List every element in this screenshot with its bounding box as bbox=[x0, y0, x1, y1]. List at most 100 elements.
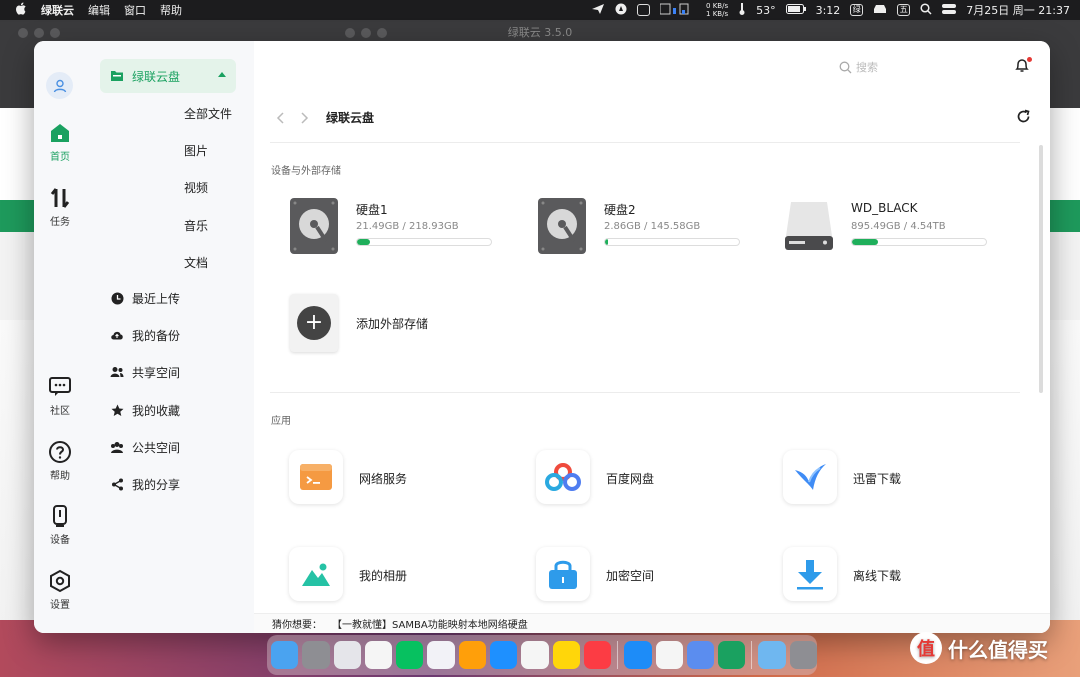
reminders-icon[interactable] bbox=[427, 641, 455, 669]
notification-bell-icon[interactable] bbox=[1014, 57, 1032, 75]
forward-arrow-icon[interactable] bbox=[297, 110, 311, 124]
clock-datetime[interactable]: 7月25日 周一 21:37 bbox=[966, 2, 1070, 18]
hard-drive-icon bbox=[538, 198, 586, 254]
app-store-icon[interactable] bbox=[624, 641, 652, 669]
nav-documents[interactable]: 文档 bbox=[184, 254, 208, 271]
photos-icon[interactable] bbox=[364, 641, 393, 669]
nav-public-space-label: 公共空间 bbox=[132, 440, 181, 455]
nav-my-shares[interactable]: 我的分享 bbox=[100, 472, 236, 496]
ime-wu-icon[interactable]: 五 bbox=[897, 4, 911, 16]
dock bbox=[267, 635, 817, 675]
disk-card-3[interactable]: WD_BLACK 895.49GB / 4.54TB bbox=[785, 198, 1005, 268]
disk-usage-fill bbox=[605, 239, 608, 245]
cpu-graph-icon[interactable] bbox=[659, 3, 696, 18]
activity-icon[interactable] bbox=[458, 641, 487, 669]
refresh-icon[interactable] bbox=[1016, 109, 1032, 125]
app-baidu-netdisk[interactable]: 百度网盘 bbox=[536, 450, 736, 506]
app-offline-download[interactable]: 离线下载 bbox=[783, 547, 983, 603]
group-icon bbox=[110, 440, 124, 454]
trash-icon[interactable] bbox=[789, 641, 817, 669]
suggestion-link[interactable]: 【一教就懂】SAMBA功能映射本地网络硬盘 bbox=[332, 616, 528, 631]
back-arrow-icon[interactable] bbox=[274, 110, 288, 124]
nav-videos[interactable]: 视频 bbox=[184, 179, 208, 196]
users-icon bbox=[110, 365, 124, 379]
menu-app-name[interactable]: 绿联云 bbox=[41, 2, 74, 18]
storage-section-title: 设备与外部存储 bbox=[271, 166, 341, 177]
screenshot-icon[interactable] bbox=[333, 641, 361, 669]
input-method-icon[interactable]: 绿 bbox=[850, 4, 864, 16]
watermark-text: 什么值得买 bbox=[948, 637, 1048, 662]
disk-usage-bar bbox=[851, 238, 987, 246]
finder-icon[interactable] bbox=[271, 641, 299, 669]
window-manager-icon[interactable] bbox=[637, 4, 651, 16]
status-area: 0 KB/s 1 KB/s 53° 3:12 绿 五 7月25日 周一 21:3… bbox=[591, 0, 1070, 20]
nav-favorites-label: 我的收藏 bbox=[132, 403, 181, 418]
add-external-storage-label[interactable]: 添加外部存储 bbox=[356, 315, 428, 332]
plus-icon: + bbox=[297, 306, 331, 340]
avatar[interactable] bbox=[46, 72, 73, 99]
safari-icon[interactable] bbox=[490, 641, 518, 669]
nav-home[interactable]: 首页 bbox=[34, 121, 86, 163]
disk-usage-fill bbox=[852, 239, 878, 245]
app-thunder-download[interactable]: 迅雷下载 bbox=[783, 450, 983, 506]
disk-card-1[interactable]: 硬盘1 21.49GB / 218.93GB bbox=[290, 198, 510, 268]
scrollbar[interactable] bbox=[1039, 145, 1043, 393]
nav-cloud-drive[interactable]: 绿联云盘 bbox=[100, 59, 236, 93]
nav-public-space[interactable]: 公共空间 bbox=[100, 435, 236, 459]
ugreen-cloud-icon[interactable] bbox=[718, 641, 746, 669]
system-preferences-icon[interactable] bbox=[302, 641, 330, 669]
bird-icon[interactable] bbox=[591, 3, 605, 18]
collapse-caret-icon[interactable] bbox=[218, 72, 226, 77]
hard-drive-icon bbox=[290, 198, 338, 254]
spotlight-icon[interactable] bbox=[920, 2, 932, 18]
nav-pictures[interactable]: 图片 bbox=[184, 142, 208, 159]
search-input[interactable]: 搜索 bbox=[839, 57, 999, 77]
menu-edit[interactable]: 编辑 bbox=[88, 2, 110, 18]
menu-bar: 绿联云 编辑 窗口 帮助 0 KB/s 1 KB/s 53° 3:12 绿 五 bbox=[0, 0, 1080, 20]
nav-my-backup-label: 我的备份 bbox=[132, 328, 181, 343]
notes-icon[interactable] bbox=[552, 641, 580, 669]
menu-window[interactable]: 窗口 bbox=[124, 2, 146, 18]
battery-time: 3:12 bbox=[815, 3, 841, 17]
control-center-icon[interactable] bbox=[942, 3, 957, 18]
divider bbox=[270, 392, 1020, 393]
wechat-icon[interactable] bbox=[396, 641, 424, 669]
nav-all-files[interactable]: 全部文件 bbox=[184, 105, 232, 122]
battery-icon[interactable] bbox=[785, 3, 806, 17]
nav-settings[interactable]: 设置 bbox=[34, 569, 86, 611]
chrome-icon[interactable] bbox=[655, 641, 683, 669]
nav-music[interactable]: 音乐 bbox=[184, 217, 208, 234]
car-icon[interactable] bbox=[873, 4, 887, 17]
nav-recent-uploads[interactable]: 最近上传 bbox=[100, 286, 236, 310]
app-encrypted-space[interactable]: 加密空间 bbox=[536, 547, 736, 603]
apps-section-title: 应用 bbox=[271, 416, 291, 427]
nav-help[interactable]: 帮助 bbox=[34, 440, 86, 482]
nav-device-label: 设备 bbox=[50, 535, 70, 546]
app-label: 离线下载 bbox=[853, 569, 902, 583]
nav-tasks[interactable]: 任务 bbox=[34, 186, 86, 228]
downloads-folder-icon[interactable] bbox=[758, 641, 786, 669]
nav-device[interactable]: 设备 bbox=[34, 504, 86, 546]
nav-favorites[interactable]: 我的收藏 bbox=[100, 398, 236, 422]
clock-icon bbox=[110, 291, 124, 305]
compass-icon[interactable] bbox=[615, 3, 627, 18]
app-network-services[interactable]: 网络服务 bbox=[289, 450, 489, 506]
add-external-storage-button[interactable]: + bbox=[290, 294, 338, 352]
dock-separator bbox=[751, 641, 753, 669]
suggestion-prefix: 猜你想要： bbox=[272, 620, 322, 631]
music-icon[interactable] bbox=[583, 641, 612, 669]
menu-help[interactable]: 帮助 bbox=[160, 2, 182, 18]
bird-app-icon[interactable] bbox=[686, 641, 715, 669]
app-my-albums[interactable]: 我的相册 bbox=[289, 547, 489, 603]
nav-community[interactable]: 社区 bbox=[34, 375, 86, 417]
net-up: 0 KB/s bbox=[706, 2, 729, 10]
app-label: 百度网盘 bbox=[606, 472, 655, 486]
nav-shared-space[interactable]: 共享空间 bbox=[100, 360, 236, 384]
nav-my-backup[interactable]: 我的备份 bbox=[100, 323, 236, 347]
disk-size: 21.49GB / 218.93GB bbox=[356, 221, 459, 232]
apple-icon[interactable] bbox=[16, 2, 27, 18]
settings-hexagon-icon bbox=[48, 569, 72, 593]
disk-card-2[interactable]: 硬盘2 2.86GB / 145.58GB bbox=[538, 198, 758, 268]
notes-app-icon[interactable] bbox=[521, 641, 549, 669]
transfer-arrows-icon bbox=[48, 186, 72, 210]
